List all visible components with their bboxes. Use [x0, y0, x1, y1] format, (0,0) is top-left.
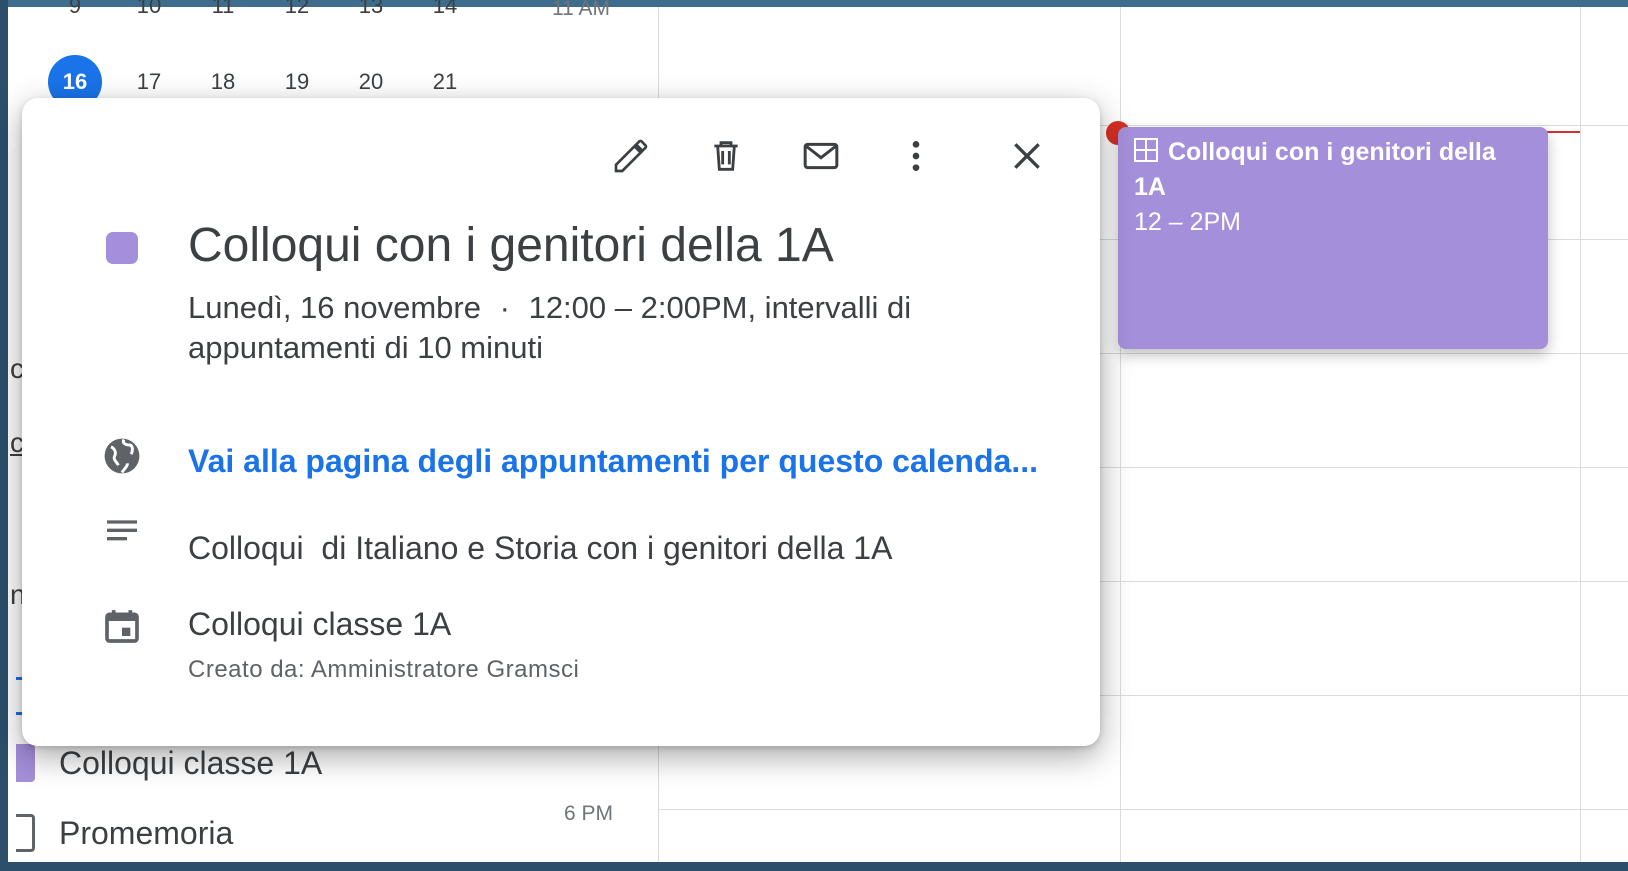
grid-column-line — [1580, 7, 1581, 862]
calendar-item-label: Colloqui classe 1A — [59, 744, 323, 781]
event-description: Colloqui di Italiano e Storia con i geni… — [188, 530, 893, 566]
time-label: 11 AM — [552, 0, 610, 20]
mini-calendar-day[interactable]: 9 — [38, 0, 112, 19]
time-label: 6 PM — [564, 802, 614, 825]
event-title: Colloqui con i genitori della 1A — [188, 219, 834, 272]
calendar-item-colloqui[interactable]: Colloqui classe 1A — [16, 744, 322, 782]
delete-icon — [706, 136, 746, 181]
globe-icon — [94, 428, 150, 484]
window-frame-bottom — [0, 862, 1628, 871]
mini-calendar-day[interactable]: 13 — [334, 0, 408, 19]
email-guests-button[interactable] — [795, 132, 847, 184]
mini-calendar-day[interactable]: 14 — [408, 0, 482, 19]
calendar-item-label: Promemoria — [59, 814, 234, 851]
event-color-square — [106, 232, 138, 264]
email-icon — [799, 136, 843, 181]
calendar-icon — [94, 598, 150, 654]
close-button[interactable] — [1001, 132, 1053, 184]
edit-icon — [611, 136, 651, 181]
more-options-button[interactable] — [890, 132, 942, 184]
event-date-time: Lunedì, 16 novembre · 12:00 – 2:00PM, in… — [188, 288, 1008, 368]
mini-calendar-day[interactable]: 12 — [260, 0, 334, 19]
calendar-item-promemoria[interactable]: Promemoria — [16, 814, 233, 852]
edit-button[interactable] — [605, 132, 657, 184]
grid-hour-line — [658, 809, 1628, 810]
more-icon — [896, 136, 936, 181]
calendar-checkbox[interactable] — [16, 744, 35, 782]
grid-icon — [1134, 138, 1158, 162]
appointments-page-link[interactable]: Vai alla pagina degli appuntamenti per q… — [188, 443, 1038, 480]
mini-calendar-day[interactable]: 10 — [112, 0, 186, 19]
mini-calendar-row: 9 10 11 12 13 14 — [38, 0, 482, 19]
mini-calendar-day[interactable]: 11 — [186, 0, 260, 19]
calendar-name: Colloqui classe 1A — [188, 606, 452, 642]
event-chip-title: Colloqui con i genitori della 1A — [1134, 138, 1496, 201]
event-details-popup: Colloqui con i genitori della 1A Lunedì,… — [22, 98, 1100, 746]
event-chip[interactable]: Colloqui con i genitori della 1A 12 – 2P… — [1118, 127, 1548, 349]
description-icon — [94, 504, 150, 560]
event-creator: Creato da: Amministratore Gramsci — [188, 656, 580, 683]
separator: · — [499, 290, 510, 325]
close-icon — [1007, 136, 1047, 181]
window-frame-left — [0, 0, 8, 871]
event-date: Lunedì, 16 novembre — [188, 290, 481, 325]
delete-button[interactable] — [700, 132, 752, 184]
event-chip-time: 12 – 2PM — [1134, 208, 1242, 236]
calendar-checkbox[interactable] — [16, 814, 35, 852]
event-color-indicator — [94, 220, 150, 276]
